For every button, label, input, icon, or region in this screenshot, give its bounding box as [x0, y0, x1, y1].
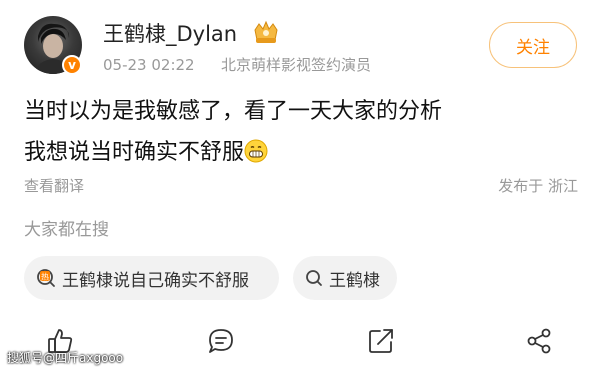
user-title: 北京萌样影视签约演员 — [221, 56, 372, 74]
post-text-line-1: 当时以为是我敏感了，看了一天大家的分析 — [24, 99, 443, 124]
verified-badge: v — [62, 55, 82, 75]
search-icon — [306, 270, 322, 286]
post-text-line-2-text: 我想说当时确实不舒服 — [24, 140, 245, 165]
search-chip-name[interactable]: 王鹤棣 — [293, 256, 397, 300]
post-timestamp: 05-23 02:22 — [103, 56, 195, 74]
hot-search-icon: 热 — [37, 269, 55, 287]
vip-crown-icon — [254, 20, 278, 43]
watermark: 搜狐号@四斤axgooo — [7, 351, 124, 365]
trending-search-heading: 大家都在搜 — [24, 220, 109, 240]
search-chip-hot[interactable]: 热 王鹤棣说自己确实不舒服 — [24, 256, 279, 300]
repost-icon[interactable] — [366, 326, 396, 356]
share-icon[interactable] — [524, 326, 554, 356]
search-chip-label: 王鹤棣说自己确实不舒服 — [62, 270, 249, 291]
follow-button[interactable]: 关注 — [489, 22, 577, 68]
hot-badge-text: 热 — [41, 272, 49, 282]
comment-icon[interactable] — [206, 326, 236, 356]
translate-link[interactable]: 查看翻译 — [24, 176, 84, 196]
post-text-line-2: 我想说当时确实不舒服 — [24, 138, 268, 168]
grin-emoji-icon — [244, 139, 268, 163]
username[interactable]: 王鹤棣_Dylan — [103, 20, 237, 48]
search-chip-label: 王鹤棣 — [329, 270, 380, 291]
post-location: 发布于 浙江 — [498, 177, 578, 195]
